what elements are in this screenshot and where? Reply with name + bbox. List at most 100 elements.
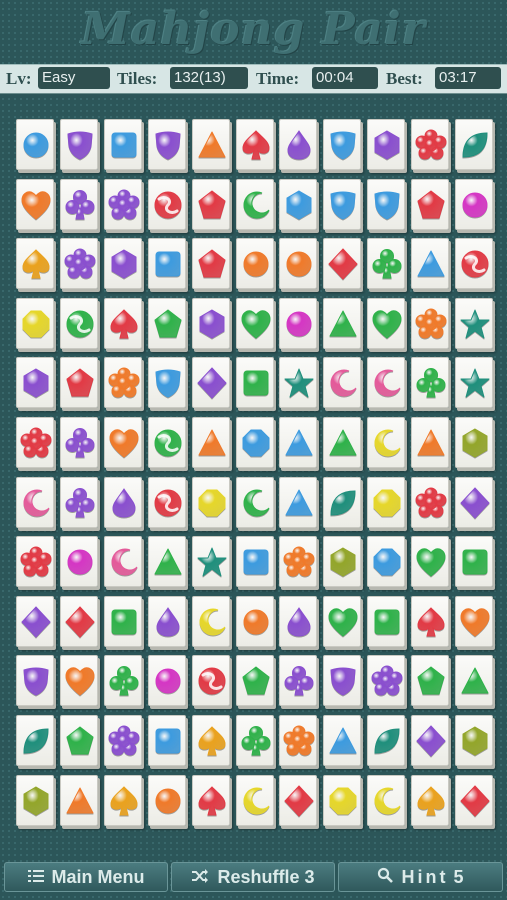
tile[interactable] bbox=[103, 297, 142, 349]
tile[interactable] bbox=[323, 238, 362, 290]
tile[interactable] bbox=[235, 715, 274, 766]
tile[interactable] bbox=[455, 297, 493, 349]
tile[interactable] bbox=[147, 119, 186, 170]
tile[interactable] bbox=[367, 774, 406, 826]
tile[interactable] bbox=[16, 655, 54, 707]
tile[interactable] bbox=[16, 536, 54, 588]
tile[interactable] bbox=[455, 476, 493, 528]
tile[interactable] bbox=[367, 655, 406, 707]
tile[interactable] bbox=[59, 238, 98, 290]
tile[interactable] bbox=[323, 774, 362, 826]
tile[interactable] bbox=[279, 476, 318, 528]
tile[interactable] bbox=[411, 417, 450, 468]
tile[interactable] bbox=[323, 297, 362, 349]
tile[interactable] bbox=[367, 595, 406, 647]
tile[interactable] bbox=[367, 715, 406, 766]
tile[interactable] bbox=[59, 774, 98, 826]
tile[interactable] bbox=[191, 119, 230, 170]
tile[interactable] bbox=[235, 774, 274, 826]
tile[interactable] bbox=[191, 297, 230, 349]
tile[interactable] bbox=[455, 417, 493, 468]
tile[interactable] bbox=[323, 357, 362, 409]
tile[interactable] bbox=[147, 536, 186, 588]
tile[interactable] bbox=[323, 119, 362, 170]
tile[interactable] bbox=[279, 119, 318, 170]
tile[interactable] bbox=[16, 119, 54, 170]
tile[interactable] bbox=[103, 357, 142, 409]
tile[interactable] bbox=[191, 536, 230, 588]
tile[interactable] bbox=[411, 655, 450, 707]
tile[interactable] bbox=[103, 715, 142, 766]
tile[interactable] bbox=[147, 417, 186, 468]
tile[interactable] bbox=[367, 119, 406, 170]
tile[interactable] bbox=[103, 655, 142, 707]
tile[interactable] bbox=[279, 178, 318, 230]
tile[interactable] bbox=[16, 476, 54, 528]
tile[interactable] bbox=[59, 119, 98, 170]
tile[interactable] bbox=[191, 595, 230, 647]
tile[interactable] bbox=[411, 119, 450, 170]
tile[interactable] bbox=[279, 715, 318, 766]
tile[interactable] bbox=[323, 715, 362, 766]
tile[interactable] bbox=[367, 178, 406, 230]
tile[interactable] bbox=[455, 655, 493, 707]
tile[interactable] bbox=[147, 297, 186, 349]
tile[interactable] bbox=[367, 297, 406, 349]
tile[interactable] bbox=[411, 774, 450, 826]
tile[interactable] bbox=[147, 774, 186, 826]
tile[interactable] bbox=[147, 595, 186, 647]
tile[interactable] bbox=[411, 178, 450, 230]
tile[interactable] bbox=[455, 238, 493, 290]
tile[interactable] bbox=[367, 476, 406, 528]
tile[interactable] bbox=[279, 536, 318, 588]
tile[interactable] bbox=[235, 476, 274, 528]
tile[interactable] bbox=[147, 655, 186, 707]
tile[interactable] bbox=[16, 595, 54, 647]
tile[interactable] bbox=[367, 238, 406, 290]
main-menu-button[interactable]: Main Menu bbox=[4, 862, 168, 892]
tile[interactable] bbox=[191, 357, 230, 409]
tile[interactable] bbox=[235, 655, 274, 707]
tile[interactable] bbox=[16, 297, 54, 349]
tile[interactable] bbox=[411, 536, 450, 588]
tile[interactable] bbox=[59, 536, 98, 588]
tile[interactable] bbox=[235, 595, 274, 647]
tile[interactable] bbox=[235, 119, 274, 170]
tile[interactable] bbox=[16, 357, 54, 409]
tile[interactable] bbox=[59, 595, 98, 647]
tile[interactable] bbox=[367, 357, 406, 409]
tile[interactable] bbox=[235, 297, 274, 349]
tile[interactable] bbox=[455, 595, 493, 647]
tile[interactable] bbox=[235, 238, 274, 290]
tile[interactable] bbox=[59, 178, 98, 230]
tile[interactable] bbox=[147, 178, 186, 230]
tile[interactable] bbox=[323, 595, 362, 647]
tile[interactable] bbox=[103, 536, 142, 588]
tile[interactable] bbox=[103, 119, 142, 170]
tile[interactable] bbox=[323, 417, 362, 468]
tile[interactable] bbox=[103, 476, 142, 528]
tile[interactable] bbox=[411, 297, 450, 349]
tile[interactable] bbox=[367, 536, 406, 588]
tile[interactable] bbox=[16, 417, 54, 468]
tile[interactable] bbox=[16, 238, 54, 290]
tile[interactable] bbox=[411, 715, 450, 766]
tile[interactable] bbox=[455, 536, 493, 588]
tile[interactable] bbox=[191, 417, 230, 468]
tile[interactable] bbox=[147, 715, 186, 766]
tile[interactable] bbox=[103, 238, 142, 290]
tile[interactable] bbox=[59, 417, 98, 468]
tile[interactable] bbox=[235, 536, 274, 588]
tile[interactable] bbox=[147, 476, 186, 528]
tile[interactable] bbox=[279, 774, 318, 826]
tile[interactable] bbox=[455, 119, 493, 170]
tile[interactable] bbox=[59, 297, 98, 349]
tile[interactable] bbox=[235, 178, 274, 230]
tile[interactable] bbox=[59, 357, 98, 409]
tile[interactable] bbox=[323, 655, 362, 707]
tile[interactable] bbox=[16, 178, 54, 230]
tile[interactable] bbox=[367, 417, 406, 468]
tile[interactable] bbox=[191, 774, 230, 826]
tile[interactable] bbox=[59, 655, 98, 707]
tile[interactable] bbox=[103, 774, 142, 826]
